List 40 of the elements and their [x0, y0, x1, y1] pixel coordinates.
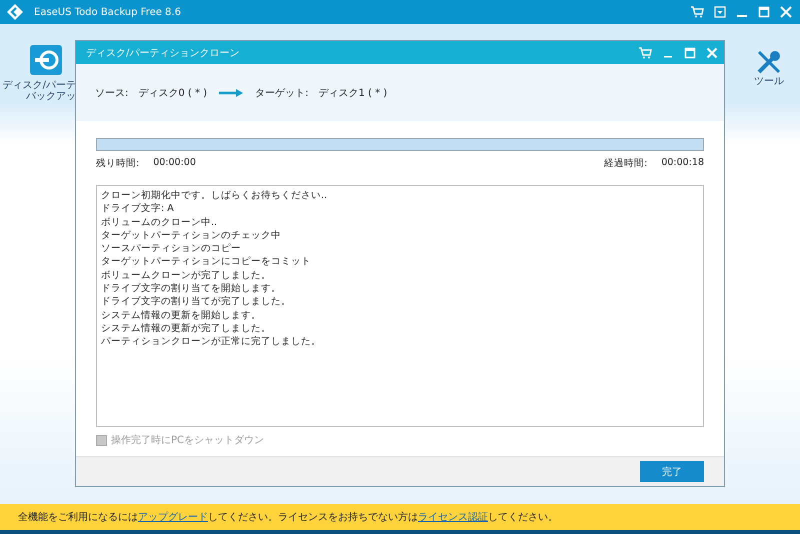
log-line: ターゲットパーティションにコピーをコミット: [101, 255, 312, 269]
arrow-icon: [219, 88, 244, 96]
tools-menu[interactable]: ツール: [754, 76, 784, 87]
log-line: システム情報の更新が完了しました。: [101, 322, 272, 336]
cart-icon[interactable]: [690, 6, 704, 18]
source-disk: ディスク0 ( * ): [138, 86, 208, 100]
elapsed-time: 00:00:18: [661, 157, 704, 170]
log-line: ボリュームクローンが完了しました。: [101, 268, 272, 282]
toolbar-label[interactable]: ディスク/パーテ: [2, 80, 76, 91]
toolbar-label[interactable]: バックアッ: [26, 91, 76, 102]
elapsed-label: 経過時間:: [604, 157, 648, 170]
source-label: ソース:: [95, 86, 128, 100]
log-line: ドライブ文字: A: [101, 202, 175, 216]
close-icon[interactable]: [780, 6, 792, 18]
banner-link[interactable]: アップグレード: [138, 512, 208, 523]
log-line: ドライブ文字の割り当てが完了しました。: [101, 295, 292, 309]
window-title: EaseUS Todo Backup Free 8.6: [34, 6, 182, 18]
log-line: ソースパーティションのコピー: [101, 242, 242, 256]
log-line: クローン初期化中です。しばらくお待ちください..: [101, 189, 328, 202]
log-line: ターゲットパーティションのチェック中: [101, 228, 282, 242]
log-line: ボリュームのクローン中..: [101, 216, 218, 229]
target-disk: ディスク1 ( * ): [318, 86, 388, 100]
remaining-time: 00:00:00: [153, 157, 196, 170]
remaining-label: 残り時間:: [96, 157, 140, 170]
dialog-title: ディスク/パーティションクローン: [86, 46, 240, 60]
disk-clone-icon[interactable]: [29, 44, 63, 76]
cart-icon[interactable]: [638, 46, 652, 58]
target-label: ターゲット:: [255, 86, 308, 100]
finish-button[interactable]: 完了: [640, 461, 704, 482]
banner-message: 全機能をご利用になるにはアップグレード してください。ライセンスをお持ちでない方はライセンス認証してください。: [18, 510, 558, 524]
log-line: パーティションクローンが正常に完了しました。: [101, 335, 322, 349]
banner-link[interactable]: ライセンス認証: [418, 512, 488, 523]
log-line: システム情報の更新を開始します。: [101, 308, 262, 322]
logo-icon: [6, 3, 24, 21]
log-line: ドライブ文字の割り当てを開始します。: [101, 282, 282, 296]
maximize-icon[interactable]: [758, 6, 770, 18]
close-icon[interactable]: [706, 46, 718, 58]
tools-icon[interactable]: [755, 48, 783, 76]
maximize-icon[interactable]: [684, 46, 696, 58]
dropdown-icon[interactable]: [714, 6, 726, 18]
